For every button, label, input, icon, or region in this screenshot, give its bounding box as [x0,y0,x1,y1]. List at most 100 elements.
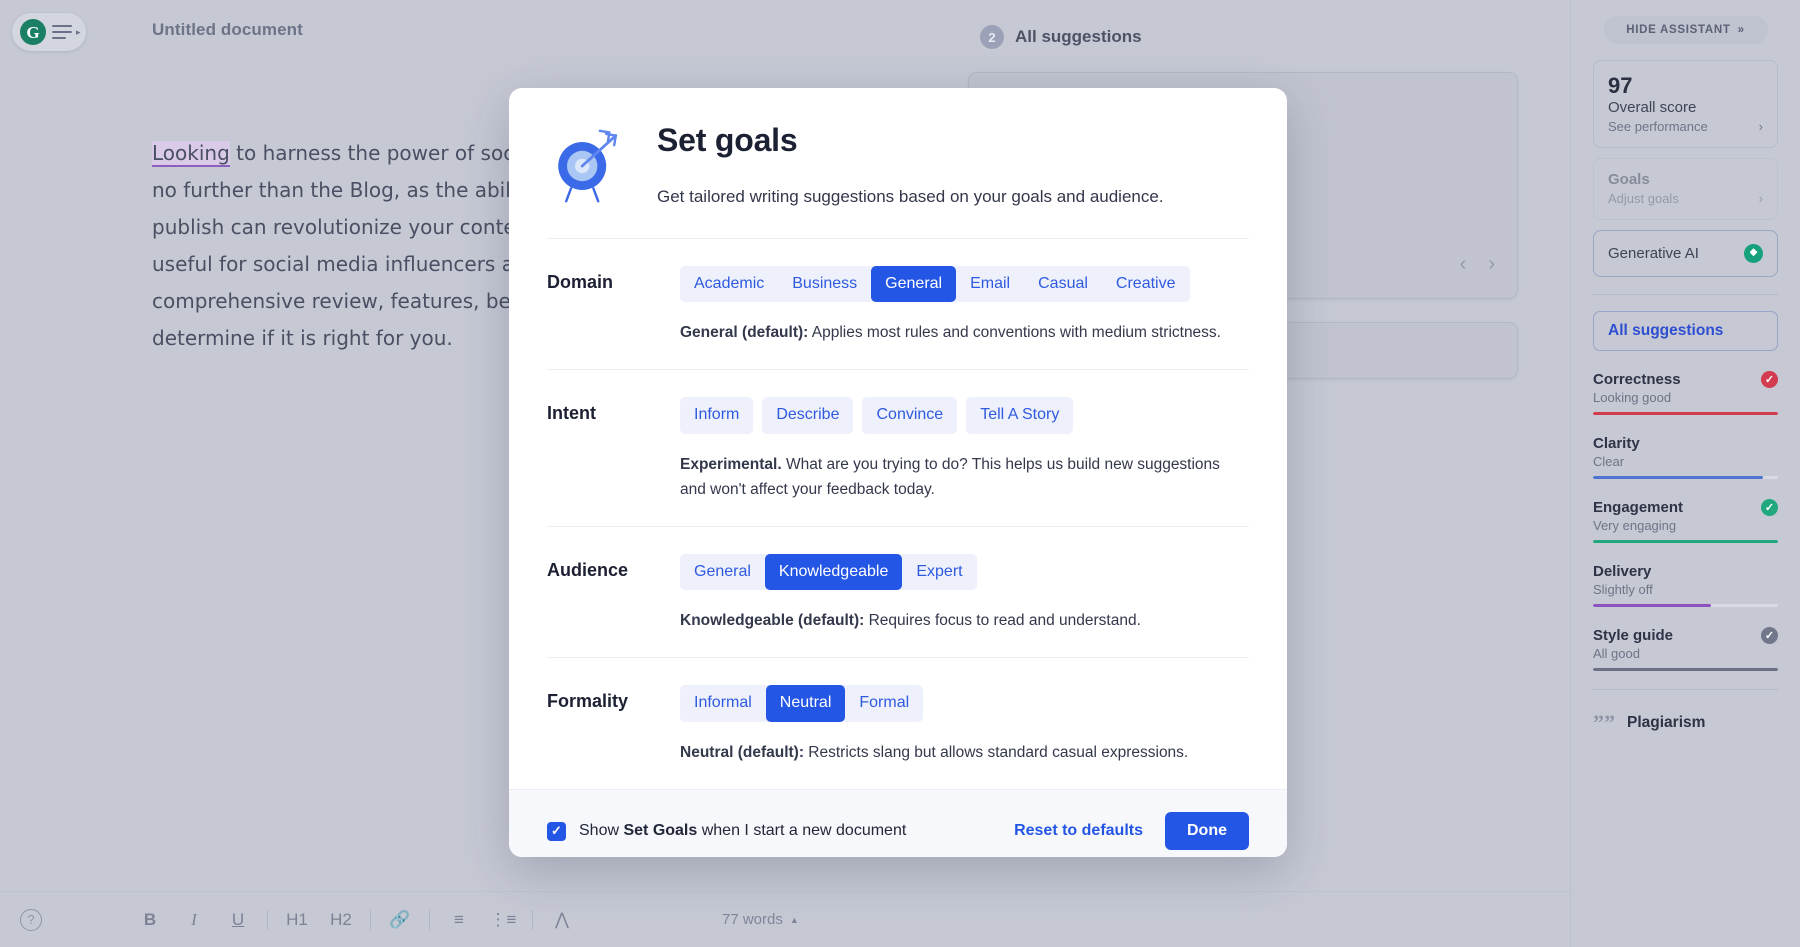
italic-button[interactable]: I [172,900,216,940]
hint-rest: Requires focus to read and understand. [864,612,1141,630]
show-set-goals-label: Show Set Goals when I start a new docume… [579,822,906,840]
option-expert[interactable]: Expert [902,553,977,591]
option-creative[interactable]: Creative [1101,265,1190,303]
option-business[interactable]: Business [778,265,872,303]
toolbar-divider [429,909,430,930]
modal-description: Get tailored writing suggestions based o… [657,187,1164,206]
option-neutral[interactable]: Neutral [765,685,846,722]
option-formal[interactable]: Formal [845,685,924,722]
category-progress-bar [1593,668,1778,672]
option-academic[interactable]: Academic [680,265,779,303]
score-category-list: Correctness ✓ Looking good Clarity Clear Enga… [1593,371,1778,672]
heading-1-button[interactable]: H1 [275,900,319,940]
category-progress-bar [1593,412,1778,416]
section-label: Audience [547,559,629,580]
show-set-goals-checkbox-row[interactable]: ✓ Show Set Goals when I start a new docu… [547,821,906,841]
lightbulb-icon [1744,244,1763,264]
option-email[interactable]: Email [956,265,1025,303]
score-category[interactable]: Clarity Clear [1593,435,1778,480]
word-count-label: 77 words [722,911,783,928]
word-count[interactable]: 77 words ▲ [722,911,799,928]
category-name: Delivery [1593,563,1652,581]
hint-rest: Restricts slang but allows standard casu… [804,743,1189,761]
option-group: Academic Business General Email Casual Creati… [680,265,1190,303]
adjust-goals-label: Adjust goals [1608,191,1679,207]
app-root: G ▸ Untitled document Looking to harness… [0,0,1800,947]
category-head: Clarity [1593,435,1778,452]
heading-2-button[interactable]: H2 [319,900,363,940]
goals-title: Goals [1608,171,1650,189]
prev-suggestion-icon[interactable]: ‹ [1460,253,1467,276]
reset-to-defaults-button[interactable]: Reset to defaults [1014,822,1143,840]
help-icon[interactable]: ? [20,908,42,931]
clear-format-icon[interactable]: ⋀ [540,900,584,940]
option-convince[interactable]: Convince [862,397,958,434]
plagiarism-button[interactable]: ”” Plagiarism [1593,712,1778,734]
suggestion-card-nav[interactable]: ‹ › [1460,253,1495,276]
section-content: General Knowledgeable Expert Knowledgeable … [680,553,1249,634]
label-pre: Show [579,822,624,840]
section-hint: Knowledgeable (default): Requires focus … [680,608,1225,633]
hint-rest: Applies most rules and conventions with … [808,324,1221,342]
goals-card[interactable]: Goals Adjust goals › [1593,158,1778,221]
score-category[interactable]: Style guide ✓ All good [1593,627,1778,672]
toolbar-divider [370,909,371,930]
modal-header: Set goals Get tailored writing suggestio… [547,88,1249,239]
target-with-arrow-icon [558,129,618,203]
adjust-goals-link[interactable]: Adjust goals › [1608,191,1763,206]
hide-assistant-button[interactable]: HIDE ASSISTANT » [1603,16,1768,44]
option-general[interactable]: General [680,553,765,591]
all-suggestions-button-label: All suggestions [1608,322,1724,340]
category-status: Slightly off [1593,582,1653,598]
overall-score-label: Overall score [1608,99,1697,117]
option-group: Informal Neutral Formal [680,685,924,722]
highlighted-word[interactable]: Looking [152,141,230,167]
category-status: Very engaging [1593,518,1677,534]
category-head: Engagement ✓ [1593,499,1778,517]
category-head: Delivery [1593,563,1778,580]
hint-bold: Knowledgeable (default): [680,612,865,630]
format-button-group: B I U H1 H2 🔗 ≡ ⋮≡ ⋀ [128,900,584,940]
option-general[interactable]: General [871,265,957,303]
modal-body: Set goals Get tailored writing suggestio… [509,88,1287,789]
all-suggestions-button[interactable]: All suggestions [1593,311,1778,352]
score-category[interactable]: Engagement ✓ Very engaging [1593,499,1778,544]
suggestion-count-badge: 2 [980,25,1004,49]
score-category[interactable]: Delivery Slightly off [1593,563,1778,608]
show-set-goals-checkbox[interactable]: ✓ [547,821,566,841]
document-title[interactable]: Untitled document [152,20,303,40]
section-hint: Experimental. What are you trying to do?… [680,452,1225,502]
generative-ai-card[interactable]: Generative AI [1593,230,1778,278]
bullet-list-icon[interactable]: ⋮≡ [481,900,525,940]
app-menu-button[interactable]: G ▸ [12,13,86,51]
option-informal[interactable]: Informal [680,685,766,722]
section-label: Formality [547,691,629,712]
category-name: Clarity [1593,435,1640,453]
link-icon[interactable]: 🔗 [378,900,422,940]
option-describe[interactable]: Describe [762,397,854,434]
section-label: Intent [547,403,596,424]
underline-button[interactable]: U [216,900,260,940]
bold-button[interactable]: B [128,900,172,940]
option-knowledgeable[interactable]: Knowledgeable [764,553,903,591]
option-tell-a-story[interactable]: Tell A Story [966,397,1074,434]
option-casual[interactable]: Casual [1024,265,1102,303]
all-suggestions-title: All suggestions [1015,27,1142,46]
hamburger-menu-icon[interactable] [52,25,72,39]
see-performance-link[interactable]: See performance › [1608,119,1763,134]
done-button[interactable]: Done [1165,812,1249,851]
all-suggestions-header: 2 All suggestions [980,25,1142,49]
goal-section-intent: Intent Inform Describe Convince Tell A Story… [547,370,1249,527]
category-name: Correctness [1593,371,1681,389]
option-group: General Knowledgeable Expert [680,553,977,591]
ordered-list-icon[interactable]: ≡ [437,900,481,940]
plagiarism-label: Plagiarism [1627,714,1706,732]
score-category[interactable]: Correctness ✓ Looking good [1593,371,1778,416]
next-suggestion-icon[interactable]: › [1488,253,1495,276]
label-post: when I start a new document [697,822,907,840]
category-name: Engagement [1593,499,1684,517]
category-progress-bar [1593,476,1778,480]
option-inform[interactable]: Inform [680,397,754,434]
editor-toolbar: ? B I U H1 H2 🔗 ≡ ⋮≡ ⋀ 77 words ▲ [0,891,1570,947]
overall-score-card[interactable]: 97 Overall score See performance › [1593,60,1778,149]
